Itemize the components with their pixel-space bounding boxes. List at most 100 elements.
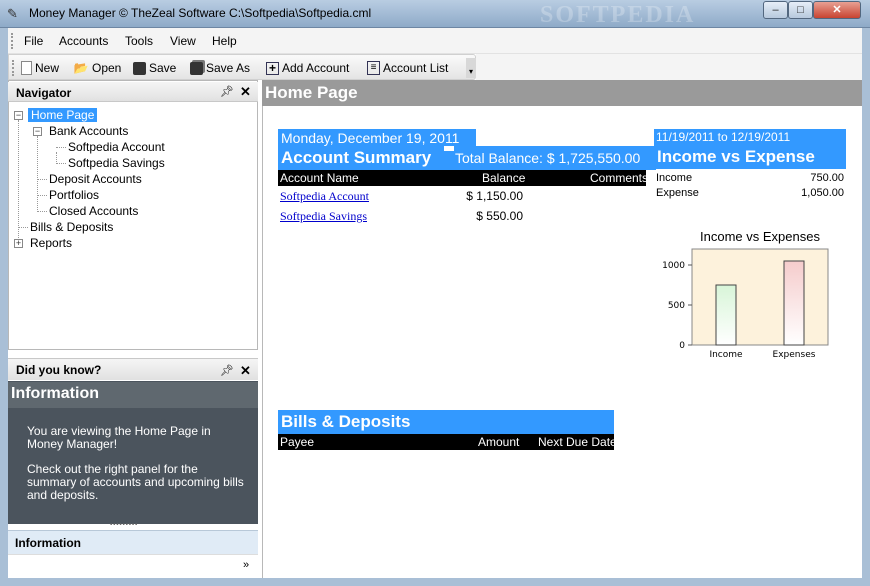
save-as-button-label: Save As	[206, 61, 251, 75]
menu-file[interactable]: File	[24, 34, 43, 48]
main-header: Home Page	[262, 80, 862, 106]
close-button[interactable]: ✕	[813, 1, 861, 19]
account-table-header: Account Name Balance Comments	[278, 170, 649, 186]
x-label-income: Income	[709, 350, 743, 360]
account-balance: $ 1,150.00	[466, 189, 523, 203]
account-list-button-label: Account List	[383, 61, 449, 75]
tree-connector	[18, 120, 19, 244]
tree-connector	[37, 136, 38, 212]
tree-collapse-icon[interactable]: −	[33, 127, 42, 136]
menu-accounts[interactable]: Accounts	[59, 34, 108, 48]
save-button[interactable]: Save	[133, 59, 176, 77]
tree-collapse-icon[interactable]: −	[14, 111, 23, 120]
information-tab-label: Information	[15, 536, 81, 550]
title-notch	[444, 146, 454, 151]
tree-connector	[37, 195, 47, 196]
save-button-label: Save	[149, 61, 177, 75]
y-tick-label: 500	[668, 301, 685, 311]
tree-item-softpedia-account[interactable]: Softpedia Account	[68, 140, 165, 154]
save-as-disk-icon	[190, 61, 203, 75]
pin-icon[interactable]: 📌︎	[220, 364, 234, 377]
column-amount: Amount	[478, 435, 520, 449]
expand-chevron-icon[interactable]: »	[243, 559, 249, 571]
maximize-button[interactable]: □	[788, 1, 813, 19]
chart-plot-area	[691, 248, 829, 346]
menu-tools[interactable]: Tools	[125, 34, 153, 48]
window-title: Money Manager © TheZeal Software C:\Soft…	[29, 6, 372, 20]
menu-help[interactable]: Help	[212, 34, 237, 48]
menu-view[interactable]: View	[170, 34, 196, 48]
open-button[interactable]: 📂 Open	[73, 59, 122, 77]
account-balance: $ 550.00	[476, 209, 523, 223]
expense-value: 1,050.00	[801, 187, 844, 199]
title-bar[interactable]: SOFTPEDIA ✎ Money Manager © TheZeal Soft…	[0, 0, 870, 28]
menu-bar: File Accounts Tools View Help	[8, 28, 862, 54]
x-label-expenses: Expenses	[773, 350, 816, 360]
current-date: Monday, December 19, 2011	[281, 130, 460, 146]
bar-expenses	[783, 260, 805, 346]
tree-item-bills-deposits[interactable]: Bills & Deposits	[30, 220, 113, 234]
menu-grip-handle[interactable]	[11, 33, 13, 49]
add-account-button[interactable]: + Add Account	[266, 59, 349, 77]
account-link-softpedia-savings[interactable]: Softpedia Savings	[280, 209, 367, 224]
list-icon: ≡	[367, 61, 380, 75]
tree-item-portfolios[interactable]: Portfolios	[49, 188, 99, 202]
account-summary-title: Account Summary	[281, 148, 432, 167]
toolbar-background	[476, 54, 862, 80]
page-title: Home Page	[265, 83, 358, 102]
did-you-know-header: Did you know? 📌︎ ✕	[8, 358, 258, 380]
account-link-softpedia-account[interactable]: Softpedia Account	[280, 189, 369, 204]
tree-item-reports[interactable]: Reports	[30, 236, 72, 250]
app-icon[interactable]: ✎	[7, 6, 23, 22]
account-summary-bar: Account Summary Total Balance: $ 1,725,5…	[278, 146, 656, 170]
tree-item-softpedia-savings[interactable]: Softpedia Savings	[68, 156, 165, 170]
pin-icon[interactable]: 📌︎	[220, 85, 234, 98]
save-as-button[interactable]: Save As	[190, 59, 250, 77]
tree-item-closed-accounts[interactable]: Closed Accounts	[49, 204, 138, 218]
total-balance: Total Balance: $ 1,725,550.00	[455, 150, 641, 166]
column-next-due-date: Next Due Date	[538, 435, 617, 449]
income-value: 750.00	[810, 172, 844, 184]
bills-deposits-bar: Bills & Deposits	[278, 410, 614, 434]
tree-item-home-page[interactable]: Home Page	[28, 108, 98, 122]
save-disk-icon	[133, 61, 146, 75]
toolbar-grip-handle[interactable]	[12, 60, 14, 76]
column-comments: Comments	[590, 171, 649, 185]
chart-axis: 0 500 1000	[662, 261, 692, 351]
tree-expand-icon[interactable]: +	[14, 239, 23, 248]
navigator-close-icon[interactable]: ✕	[240, 84, 251, 100]
bar-income	[715, 284, 737, 346]
did-you-know-close-icon[interactable]: ✕	[240, 363, 251, 379]
navigator-title: Navigator	[16, 86, 72, 100]
open-folder-icon: 📂	[73, 61, 89, 75]
open-button-label: Open	[92, 61, 122, 75]
column-balance: Balance	[482, 171, 526, 185]
date-range: 11/19/2011 to 12/19/2011	[656, 130, 791, 144]
window-frame-right	[862, 28, 870, 586]
minimize-button[interactable]: ‒	[763, 1, 788, 19]
new-button[interactable]: New	[21, 59, 59, 77]
column-payee: Payee	[280, 435, 315, 449]
tree-item-bank-accounts[interactable]: Bank Accounts	[49, 124, 128, 138]
income-vs-expense-title: Income vs Expense	[657, 147, 815, 166]
toolbar-overflow-chevron-icon[interactable]: ▾	[466, 58, 476, 78]
tree-item-deposit-accounts[interactable]: Deposit Accounts	[49, 172, 142, 186]
information-heading: Information	[11, 385, 99, 402]
column-account-name: Account Name	[280, 171, 359, 185]
tree-connector	[18, 227, 28, 228]
account-list-button[interactable]: ≡ Account List	[367, 59, 448, 77]
add-account-button-label: Add Account	[282, 61, 350, 75]
bills-deposits-title: Bills & Deposits	[281, 412, 411, 431]
window-frame-bottom	[0, 578, 870, 586]
y-tick-label: 1000	[662, 261, 685, 271]
did-you-know-title: Did you know?	[16, 363, 102, 377]
income-vs-expenses-chart: Income vs Expenses 0 500 1000 Income Expens…	[662, 229, 829, 360]
softpedia-watermark: SOFTPEDIA	[540, 2, 696, 28]
information-tab[interactable]: Information	[8, 530, 258, 554]
splitter-grip-handle[interactable]: ▪▪▪▪▪▪▪▪▪	[110, 522, 150, 528]
new-document-icon	[21, 61, 32, 75]
tree-connector	[37, 179, 47, 180]
information-text-1: You are viewing the Home Page in Money M…	[27, 424, 211, 451]
bills-table-header: Payee Amount Next Due Date	[278, 434, 617, 450]
income-label: Income	[656, 172, 693, 184]
